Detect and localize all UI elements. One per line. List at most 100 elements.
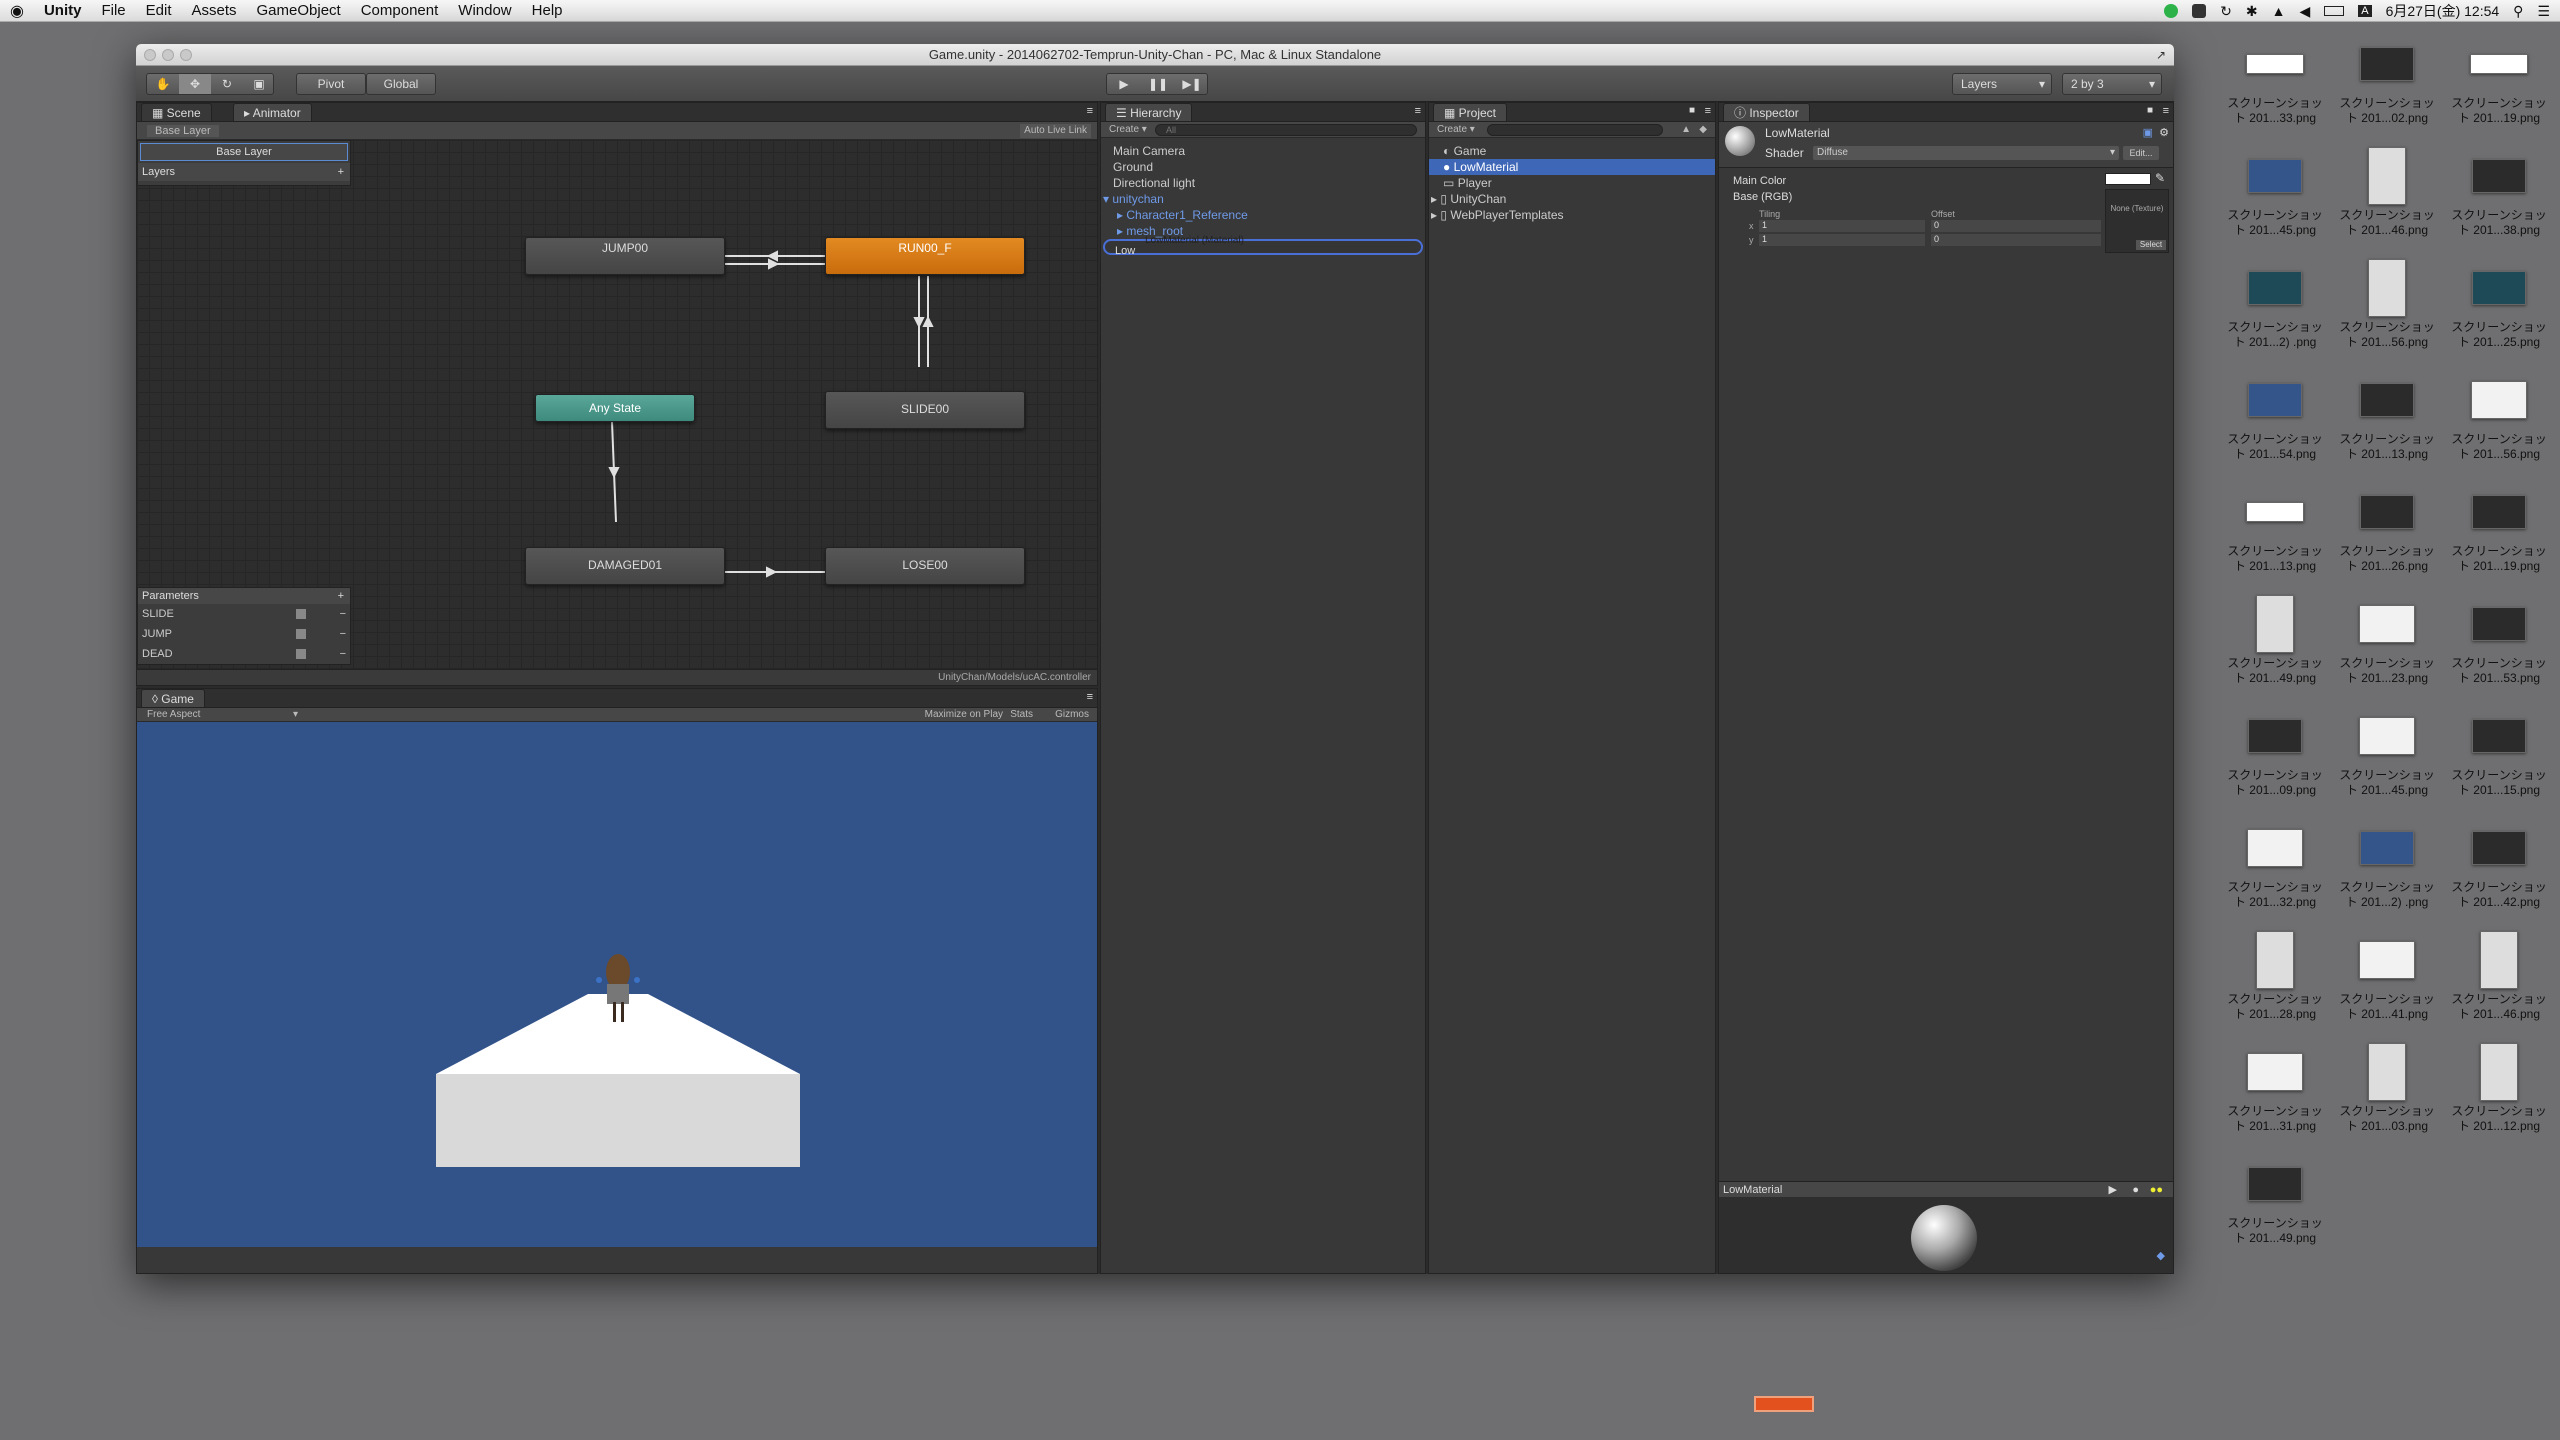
dock-indicator[interactable]: [1754, 1396, 1814, 1412]
tiling-y-field[interactable]: 1: [1759, 234, 1925, 246]
evernote-icon[interactable]: [2192, 4, 2207, 18]
play-preview-icon[interactable]: ▶: [2109, 1182, 2117, 1198]
parameter-toggle-checkbox[interactable]: [296, 609, 306, 619]
panel-menu-icon[interactable]: ≡: [2163, 105, 2169, 117]
apple-menu-icon[interactable]: ◉: [0, 1, 34, 21]
desktop-file-icon[interactable]: スクリーンショット 201...13.png: [2332, 370, 2442, 462]
texture-slot[interactable]: None (Texture) Select: [2105, 189, 2169, 253]
desktop-file-icon[interactable]: スクリーンショット 201...09.png: [2220, 706, 2330, 798]
clock[interactable]: 6月27日(金) 12:54: [2386, 1, 2500, 21]
time-machine-icon[interactable]: ↻: [2220, 3, 2232, 20]
desktop-file-icon[interactable]: スクリーンショット 201...49.png: [2220, 1154, 2330, 1246]
tab-animator[interactable]: ▸ Animator: [233, 103, 312, 121]
maximize-on-play-toggle[interactable]: Maximize on Play: [925, 708, 1003, 722]
layers-dropdown[interactable]: Layers ▾: [1952, 73, 2052, 95]
zoom-window-icon[interactable]: [180, 49, 192, 61]
tab-project[interactable]: ▦ Project: [1433, 103, 1508, 121]
state-jump[interactable]: JUMP00: [525, 237, 725, 275]
desktop-file-icon[interactable]: スクリーンショット 201...53.png: [2444, 594, 2554, 686]
project-item-unitychan[interactable]: ▸ ▯ UnityChan: [1431, 191, 1506, 207]
stats-toggle[interactable]: Stats: [1010, 708, 1033, 722]
offset-x-field[interactable]: 0: [1931, 220, 2101, 232]
texture-select-button[interactable]: Select: [2136, 240, 2166, 250]
gizmos-dropdown[interactable]: Gizmos: [1055, 708, 1089, 722]
panel-menu-icon[interactable]: ≡: [1415, 105, 1421, 117]
app-menu[interactable]: Unity: [34, 2, 92, 19]
close-window-icon[interactable]: [144, 49, 156, 61]
asset-bundle-icon[interactable]: ◆: [2157, 1249, 2165, 1262]
parameter-row[interactable]: JUMP −: [142, 626, 348, 642]
notification-center-icon[interactable]: ☰: [2537, 3, 2550, 20]
desktop-file-icon[interactable]: スクリーンショット 201...38.png: [2444, 146, 2554, 238]
panel-menu-icon[interactable]: ≡: [1087, 691, 1093, 703]
desktop-file-icon[interactable]: スクリーンショット 201...56.png: [2444, 370, 2554, 462]
minimize-window-icon[interactable]: [162, 49, 174, 61]
menu-component[interactable]: Component: [351, 2, 449, 19]
layer-item-base[interactable]: Base Layer: [140, 143, 348, 161]
move-tool-icon[interactable]: ✥: [179, 74, 211, 94]
edit-shader-button[interactable]: Edit...: [2123, 146, 2159, 160]
desktop-file-icon[interactable]: スクリーンショット 201...12.png: [2444, 1042, 2554, 1134]
desktop-file-icon[interactable]: スクリーンショット 201...13.png: [2220, 482, 2330, 574]
lock-icon[interactable]: ■: [1689, 105, 1695, 116]
hand-tool-icon[interactable]: ✋: [147, 74, 179, 94]
state-run-default[interactable]: RUN00_F: [825, 237, 1025, 275]
line-app-icon[interactable]: [2164, 4, 2179, 18]
desktop-file-icon[interactable]: スクリーンショット 201...26.png: [2332, 482, 2442, 574]
spotlight-icon[interactable]: ⚲: [2513, 3, 2523, 20]
state-damaged[interactable]: DAMAGED01: [525, 547, 725, 585]
volume-icon[interactable]: ◀: [2299, 3, 2310, 20]
create-dropdown[interactable]: Create: [1437, 124, 1467, 135]
wifi-icon[interactable]: ▲: [2272, 3, 2286, 19]
menu-assets[interactable]: Assets: [182, 2, 247, 19]
desktop-file-icon[interactable]: スクリーンショット 201...49.png: [2220, 594, 2330, 686]
help-icon[interactable]: ▣: [2143, 126, 2153, 139]
tab-inspector[interactable]: ⓘ Inspector: [1723, 103, 1810, 121]
expand-arrow-icon[interactable]: ▸: [1431, 208, 1437, 222]
expand-arrow-icon[interactable]: ▸: [1117, 224, 1123, 238]
desktop-file-icon[interactable]: スクリーンショット 201...02.png: [2332, 34, 2442, 126]
panel-menu-icon[interactable]: ≡: [1087, 105, 1093, 117]
desktop-file-icon[interactable]: スクリーンショット 201...03.png: [2332, 1042, 2442, 1134]
desktop-file-icon[interactable]: スクリーンショット 201...19.png: [2444, 482, 2554, 574]
main-color-swatch[interactable]: [2105, 173, 2151, 185]
add-layer-button[interactable]: +: [338, 163, 344, 181]
input-source-indicator[interactable]: A: [2358, 5, 2372, 17]
search-input[interactable]: [1155, 124, 1417, 136]
gear-icon[interactable]: ⚙: [2159, 126, 2169, 139]
lock-icon[interactable]: ■: [2147, 105, 2153, 116]
state-any[interactable]: Any State: [535, 394, 695, 422]
desktop-file-icon[interactable]: スクリーンショット 201...54.png: [2220, 370, 2330, 462]
desktop-file-icon[interactable]: スクリーンショット 201...45.png: [2332, 706, 2442, 798]
expand-arrow-icon[interactable]: ▸: [1117, 208, 1123, 222]
desktop-file-icon[interactable]: スクリーンショット 201...19.png: [2444, 34, 2554, 126]
desktop-file-icon[interactable]: スクリーンショット 201...2) .png: [2332, 818, 2442, 910]
preview-shape-icon[interactable]: ●●: [2150, 1182, 2163, 1198]
material-preview[interactable]: ◆: [1719, 1197, 2173, 1273]
offset-y-field[interactable]: 0: [1931, 234, 2101, 246]
panel-menu-icon[interactable]: ≡: [1705, 105, 1711, 117]
pause-icon[interactable]: ❚❚: [1141, 74, 1175, 94]
project-item-webplayertemplates[interactable]: ▸ ▯ WebPlayerTemplates: [1431, 207, 1564, 223]
fullscreen-icon[interactable]: ↗: [2156, 44, 2166, 66]
preview-light-icon[interactable]: ●: [2132, 1182, 2139, 1198]
rename-input-value[interactable]: Low: [1105, 245, 1135, 257]
step-icon[interactable]: ▶❚: [1175, 74, 1209, 94]
auto-live-link-toggle[interactable]: Auto Live Link: [1020, 124, 1091, 138]
desktop-file-icon[interactable]: スクリーンショット 201...46.png: [2332, 146, 2442, 238]
expand-arrow-icon[interactable]: ▸: [1431, 192, 1437, 206]
menu-file[interactable]: File: [91, 2, 135, 19]
state-slide[interactable]: SLIDE00: [825, 391, 1025, 429]
parameter-row[interactable]: SLIDE −: [142, 606, 348, 622]
menu-edit[interactable]: Edit: [136, 2, 182, 19]
hierarchy-item[interactable]: Directional light: [1113, 175, 1195, 191]
rotate-tool-icon[interactable]: ↻: [211, 74, 243, 94]
project-item-lowmaterial[interactable]: ● LowMaterial: [1429, 159, 1715, 175]
desktop-file-icon[interactable]: スクリーンショット 201...33.png: [2220, 34, 2330, 126]
desktop-file-icon[interactable]: スクリーンショット 201...2) .png: [2220, 258, 2330, 350]
desktop-file-icon[interactable]: スクリーンショット 201...56.png: [2332, 258, 2442, 350]
tab-hierarchy[interactable]: ☰ Hierarchy: [1105, 103, 1193, 121]
hierarchy-child[interactable]: ▸ Character1_Reference: [1117, 207, 1248, 223]
desktop-file-icon[interactable]: スクリーンショット 201...15.png: [2444, 706, 2554, 798]
desktop-file-icon[interactable]: スクリーンショット 201...23.png: [2332, 594, 2442, 686]
